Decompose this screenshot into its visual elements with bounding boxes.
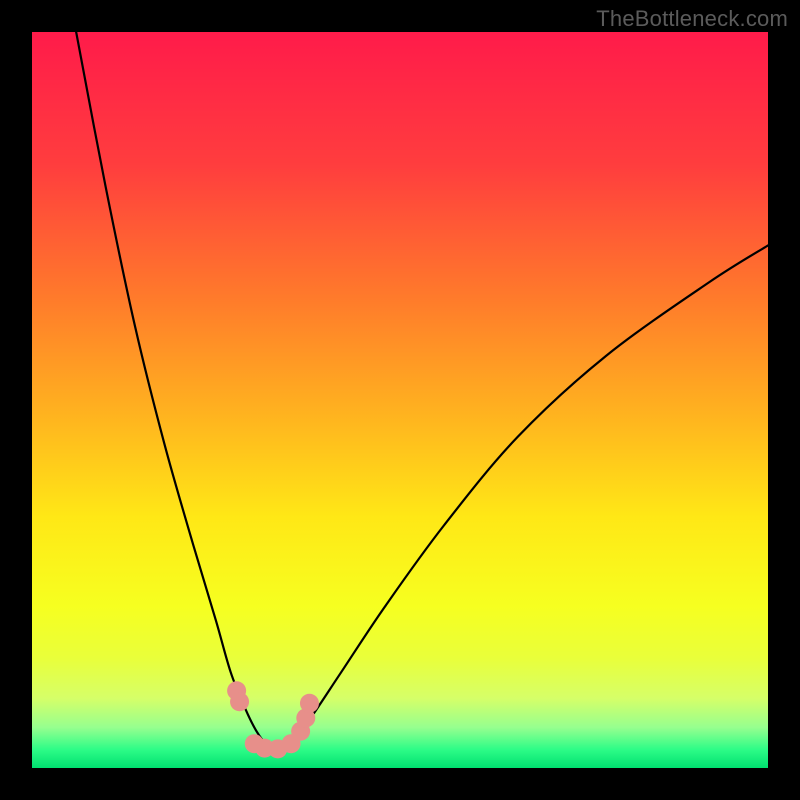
bottleneck-curve [76,32,768,750]
highlighted-points [227,681,319,758]
marker-point [230,692,249,711]
plot-area [32,32,768,768]
watermark-text: TheBottleneck.com [596,6,788,32]
chart-svg [32,32,768,768]
chart-frame: TheBottleneck.com [0,0,800,800]
marker-point [300,694,319,713]
